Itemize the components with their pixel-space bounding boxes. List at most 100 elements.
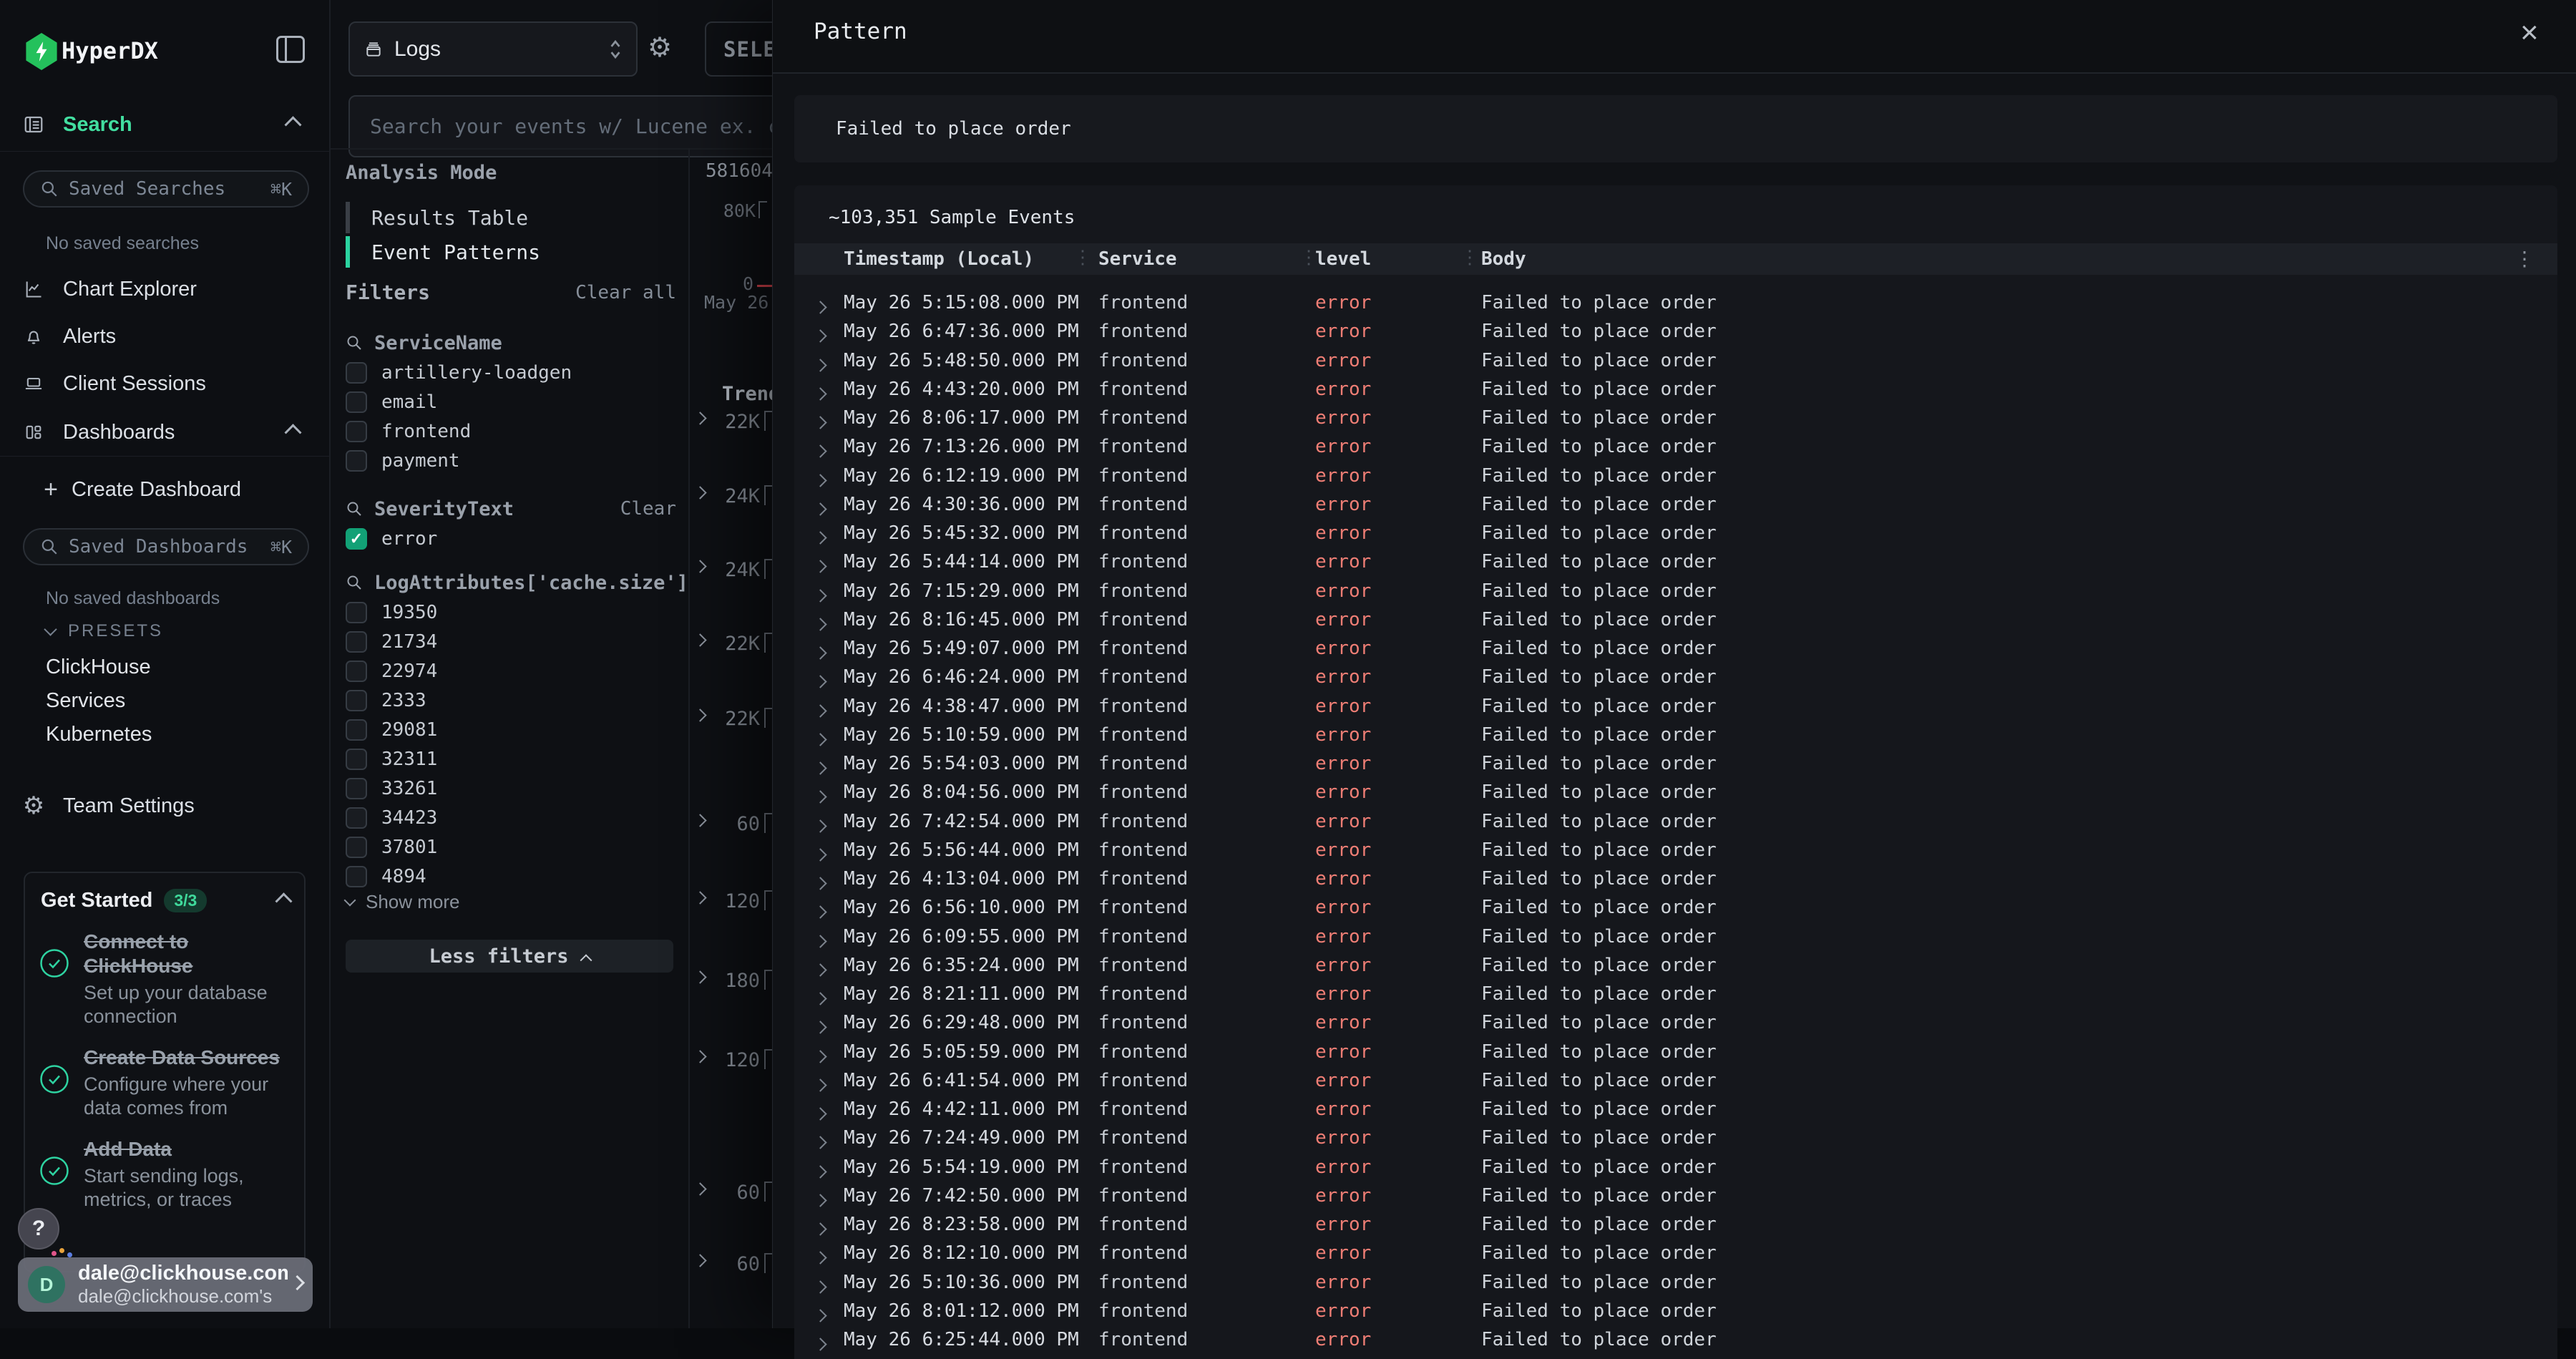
table-options-kebab-icon[interactable]: ⋮ <box>2514 247 2534 271</box>
table-row[interactable]: May 26 5:44:14.000 PMfrontenderrorFailed… <box>794 547 2557 575</box>
col-timestamp[interactable]: Timestamp (Local) <box>844 248 1034 270</box>
table-row[interactable]: May 26 6:12:19.000 PMfrontenderrorFailed… <box>794 461 2557 489</box>
row-expand-chevron-icon[interactable] <box>816 958 825 980</box>
pattern-trend-row[interactable]: 120 <box>693 889 773 915</box>
checkbox-icon[interactable] <box>346 362 367 384</box>
table-row[interactable]: May 26 5:10:59.000 PMfrontenderrorFailed… <box>794 720 2557 749</box>
source-select[interactable]: Logs <box>348 21 638 77</box>
filter-option[interactable]: frontend <box>346 417 676 446</box>
checkbox-icon[interactable] <box>346 631 367 653</box>
table-row[interactable]: May 26 6:25:44.000 PMfrontenderrorFailed… <box>794 1325 2557 1353</box>
checkbox-icon[interactable] <box>346 778 367 799</box>
table-row[interactable]: May 26 5:48:50.000 PMfrontenderrorFailed… <box>794 346 2557 374</box>
row-expand-chevron-icon[interactable] <box>816 669 825 691</box>
filter-option[interactable]: payment <box>346 446 676 475</box>
preset-kubernetes[interactable]: Kubernetes <box>46 723 152 746</box>
pattern-trend-row[interactable]: 120 <box>693 1048 773 1073</box>
table-row[interactable]: May 26 5:54:19.000 PMfrontenderrorFailed… <box>794 1152 2557 1181</box>
row-expand-chevron-icon[interactable] <box>816 1130 825 1152</box>
saved-searches-input[interactable]: Saved Searches ⌘K <box>23 170 309 208</box>
row-expand-chevron-icon[interactable] <box>816 814 825 836</box>
row-expand-chevron-icon[interactable] <box>816 929 825 951</box>
row-expand-chevron-icon[interactable] <box>816 612 825 634</box>
row-expand-chevron-icon[interactable] <box>816 497 825 519</box>
row-expand-chevron-icon[interactable] <box>816 583 825 605</box>
filter-option[interactable]: email <box>346 387 676 417</box>
sidebar-collapse-icon[interactable] <box>276 36 305 63</box>
sidebar-item-chart-explorer[interactable]: Chart Explorer <box>0 272 329 306</box>
sidebar-item-dashboards[interactable]: Dashboards <box>0 415 329 449</box>
column-resize-handle-icon[interactable]: ⋮ <box>1073 247 1092 268</box>
table-row[interactable]: May 26 4:43:20.000 PMfrontenderrorFailed… <box>794 374 2557 403</box>
row-expand-chevron-icon[interactable] <box>816 842 825 864</box>
get-started-item[interactable]: Create Data SourcesConfigure where your … <box>25 1033 304 1124</box>
row-expand-chevron-icon[interactable] <box>816 871 825 893</box>
table-row[interactable]: May 26 6:09:55.000 PMfrontenderrorFailed… <box>794 922 2557 950</box>
filter-option[interactable]: ✓error <box>346 524 676 553</box>
filter-option[interactable]: artillery-loadgen <box>346 358 676 387</box>
table-row[interactable]: May 26 7:15:29.000 PMfrontenderrorFailed… <box>794 576 2557 605</box>
row-expand-chevron-icon[interactable] <box>816 784 825 807</box>
analysis-mode-event-patterns[interactable]: Event Patterns <box>346 236 653 268</box>
checkbox-icon[interactable] <box>346 391 367 413</box>
checkbox-icon[interactable] <box>346 837 367 858</box>
checkbox-icon[interactable] <box>346 719 367 741</box>
pattern-trend-row[interactable]: 24K <box>693 557 773 583</box>
row-expand-chevron-icon[interactable] <box>816 1275 825 1297</box>
row-expand-chevron-icon[interactable] <box>816 727 825 749</box>
table-row[interactable]: May 26 6:29:48.000 PMfrontenderrorFailed… <box>794 1008 2557 1036</box>
col-level[interactable]: level <box>1315 248 1371 270</box>
table-row[interactable]: May 26 4:42:11.000 PMfrontenderrorFailed… <box>794 1094 2557 1123</box>
filter-option[interactable]: 37801 <box>346 832 676 862</box>
row-expand-chevron-icon[interactable] <box>816 554 825 576</box>
row-expand-chevron-icon[interactable] <box>816 1188 825 1210</box>
preset-services[interactable]: Services <box>46 689 125 713</box>
filter-option[interactable]: 34423 <box>346 803 676 832</box>
checkbox-icon[interactable] <box>346 749 367 770</box>
checkbox-checked-icon[interactable]: ✓ <box>346 528 367 550</box>
checkbox-icon[interactable] <box>346 602 367 623</box>
clear-all-button[interactable]: Clear all <box>575 282 676 303</box>
row-expand-chevron-icon[interactable] <box>816 295 825 317</box>
source-settings-gear-icon[interactable]: ⚙ <box>648 34 672 62</box>
presets-toggle[interactable]: PRESETS <box>46 621 163 641</box>
table-row[interactable]: May 26 7:24:49.000 PMfrontenderrorFailed… <box>794 1123 2557 1151</box>
close-icon[interactable]: × <box>2520 17 2539 49</box>
row-expand-chevron-icon[interactable] <box>816 323 825 346</box>
pattern-trend-row[interactable]: 22K <box>693 706 773 732</box>
analysis-mode-results-table[interactable]: Results Table <box>346 202 653 233</box>
clear-filter-button[interactable]: Clear <box>620 498 676 520</box>
row-expand-chevron-icon[interactable] <box>816 640 825 663</box>
pattern-trend-row[interactable]: 180 <box>693 968 773 994</box>
table-row[interactable]: May 26 6:46:24.000 PMfrontenderrorFailed… <box>794 662 2557 691</box>
table-row[interactable]: May 26 5:10:36.000 PMfrontenderrorFailed… <box>794 1267 2557 1296</box>
row-expand-chevron-icon[interactable] <box>816 353 825 375</box>
sidebar-item-search[interactable]: Search <box>0 107 329 142</box>
table-row[interactable]: May 26 5:15:08.000 PMfrontenderrorFailed… <box>794 288 2557 316</box>
checkbox-icon[interactable] <box>346 807 367 829</box>
table-row[interactable]: May 26 5:49:07.000 PMfrontenderrorFailed… <box>794 633 2557 662</box>
col-service[interactable]: Service <box>1098 248 1177 270</box>
row-expand-chevron-icon[interactable] <box>816 986 825 1008</box>
row-expand-chevron-icon[interactable] <box>816 1245 825 1267</box>
checkbox-icon[interactable] <box>346 421 367 442</box>
row-expand-chevron-icon[interactable] <box>816 381 825 404</box>
pattern-trend-row[interactable]: 60 <box>693 812 773 837</box>
row-expand-chevron-icon[interactable] <box>816 525 825 547</box>
filter-option[interactable]: 29081 <box>346 715 676 744</box>
table-row[interactable]: May 26 4:30:36.000 PMfrontenderrorFailed… <box>794 489 2557 518</box>
saved-dashboards-input[interactable]: Saved Dashboards ⌘K <box>23 528 309 565</box>
less-filters-button[interactable]: Less filters <box>346 940 673 973</box>
col-body[interactable]: Body <box>1481 248 1526 270</box>
user-menu[interactable]: D dale@clickhouse.com dale@clickhouse.co… <box>18 1257 313 1312</box>
checkbox-icon[interactable] <box>346 690 367 711</box>
pattern-trend-row[interactable]: 60 <box>693 1252 773 1277</box>
checkbox-icon[interactable] <box>346 866 367 887</box>
table-row[interactable]: May 26 8:16:45.000 PMfrontenderrorFailed… <box>794 605 2557 633</box>
row-expand-chevron-icon[interactable] <box>816 1073 825 1095</box>
table-row[interactable]: May 26 5:05:59.000 PMfrontenderrorFailed… <box>794 1037 2557 1066</box>
row-expand-chevron-icon[interactable] <box>816 1015 825 1037</box>
table-row[interactable]: May 26 8:21:11.000 PMfrontenderrorFailed… <box>794 979 2557 1008</box>
get-started-item[interactable]: Add DataStart sending logs, metrics, or … <box>25 1124 304 1216</box>
table-row[interactable]: May 26 6:56:10.000 PMfrontenderrorFailed… <box>794 892 2557 921</box>
